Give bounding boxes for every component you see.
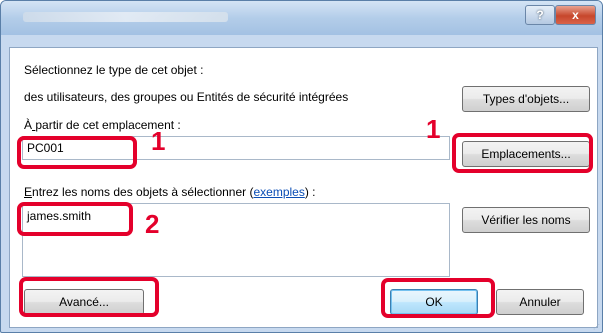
dialog-body: Sélectionnez le type de cet objet : des … [9, 47, 598, 328]
resize-grip[interactable]: ⋰ [593, 323, 600, 331]
locations-button[interactable]: Emplacements... [462, 141, 590, 167]
names-textarea[interactable]: james.smith [22, 203, 450, 277]
ok-button[interactable]: OK [390, 289, 478, 315]
object-types-button[interactable]: Types d'objets... [462, 86, 590, 112]
close-button[interactable]: x [555, 5, 596, 25]
check-names-button[interactable]: Vérifier les noms [462, 207, 590, 233]
step-1-label-right: 1 [426, 114, 441, 144]
window-title-blurred [23, 12, 228, 22]
location-field[interactable]: PC001 [22, 136, 450, 160]
cancel-button[interactable]: Annuler [496, 289, 584, 315]
title-bar: ? x [1, 1, 602, 35]
help-button[interactable]: ? [525, 5, 555, 25]
dialog-window: ? x Sélectionnez le type de cet objet : … [0, 0, 603, 333]
names-value: james.smith [27, 209, 92, 223]
names-prompt: Entrez les noms des objets à sélectionne… [24, 185, 316, 199]
examples-link[interactable]: exemples [253, 185, 304, 199]
step-1-label-left: 1 [151, 126, 166, 156]
object-type-prompt: Sélectionnez le type de cet objet : [24, 63, 204, 77]
step-2-label: 2 [145, 209, 160, 239]
location-value: PC001 [27, 141, 64, 155]
advanced-button[interactable]: Avancé... [24, 289, 144, 315]
object-type-value: des utilisateurs, des groupes ou Entités… [24, 90, 349, 104]
